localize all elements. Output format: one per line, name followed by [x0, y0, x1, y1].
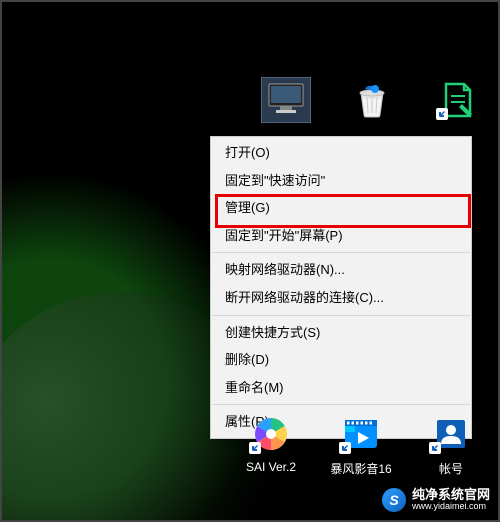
- menu-separator: [212, 315, 470, 316]
- menu-separator: [212, 404, 470, 405]
- icon-label: 帐号: [439, 460, 463, 477]
- watermark: S 纯净系统官网 www.yidaimei.com: [382, 488, 490, 512]
- recycle-bin-icon[interactable]: [342, 78, 402, 122]
- menu-map-drive[interactable]: 映射网络驱动器(N)...: [211, 256, 471, 284]
- menu-pin-start[interactable]: 固定到"开始"屏幕(P): [211, 222, 471, 250]
- menu-open[interactable]: 打开(O): [211, 139, 471, 167]
- sai-shortcut[interactable]: SAI Ver.2: [236, 412, 306, 477]
- shortcut-badge: [429, 442, 441, 454]
- document-shortcut-icon[interactable]: [428, 78, 488, 122]
- menu-pin-quick-access[interactable]: 固定到"快速访问": [211, 167, 471, 195]
- desktop-bottom-icons: SAI Ver.2 暴风影: [0, 412, 500, 477]
- menu-create-shortcut[interactable]: 创建快捷方式(S): [211, 319, 471, 347]
- watermark-logo: S: [382, 488, 406, 512]
- computer-icon[interactable]: [256, 78, 316, 122]
- trash-icon: [353, 81, 391, 119]
- menu-separator: [212, 252, 470, 253]
- baofeng-shortcut[interactable]: 暴风影音16: [326, 412, 396, 477]
- watermark-url: www.yidaimei.com: [412, 502, 490, 512]
- context-menu: 打开(O) 固定到"快速访问" 管理(G) 固定到"开始"屏幕(P) 映射网络驱…: [210, 136, 472, 439]
- watermark-title: 纯净系统官网: [412, 488, 490, 502]
- shortcut-badge: [339, 442, 351, 454]
- menu-delete[interactable]: 删除(D): [211, 346, 471, 374]
- shortcut-badge: [249, 442, 261, 454]
- icon-label: 暴风影音16: [330, 460, 391, 477]
- shortcut-badge: [436, 108, 448, 120]
- menu-disconnect-drive[interactable]: 断开网络驱动器的连接(C)...: [211, 284, 471, 312]
- monitor-icon: [266, 82, 306, 118]
- desktop-top-icons: [0, 78, 500, 122]
- icon-label: SAI Ver.2: [246, 460, 296, 474]
- account-shortcut[interactable]: 帐号: [416, 412, 486, 477]
- menu-manage[interactable]: 管理(G): [211, 194, 471, 222]
- desktop: 打开(O) 固定到"快速访问" 管理(G) 固定到"开始"屏幕(P) 映射网络驱…: [0, 0, 500, 522]
- menu-rename[interactable]: 重命名(M): [211, 374, 471, 402]
